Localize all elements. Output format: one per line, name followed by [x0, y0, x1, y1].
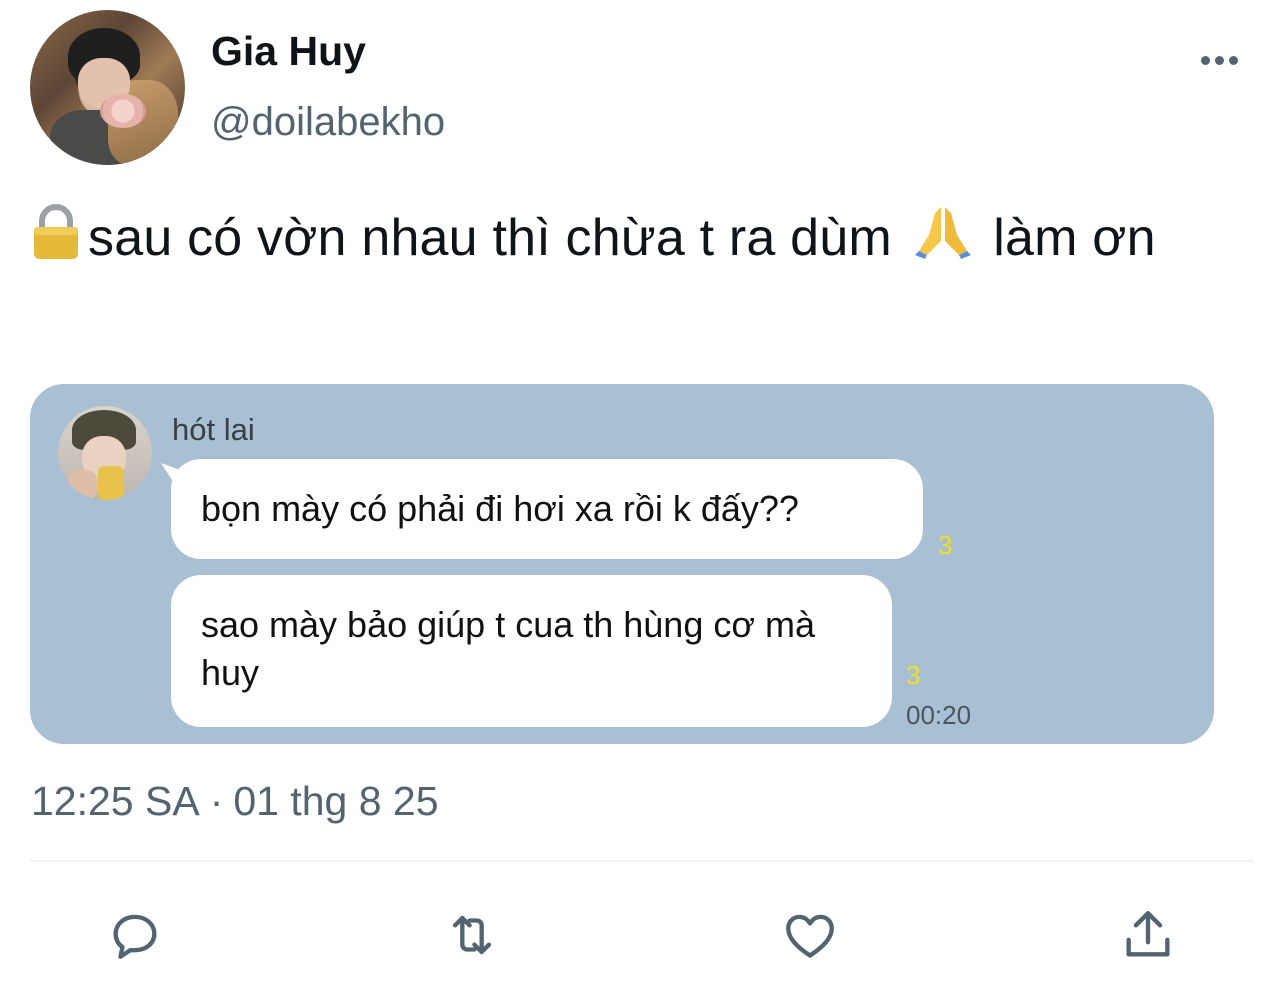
chat-message-time: 00:20 [906, 700, 972, 730]
avatar-rose [100, 94, 146, 128]
timestamp-date: 01 thg 8 25 [233, 778, 439, 824]
chat-avatar-phone [98, 466, 124, 500]
chat-avatar-hand [68, 470, 98, 500]
reply-icon [113, 914, 157, 959]
more-dot [1215, 55, 1224, 65]
timestamp-time: 12:25 SA [31, 778, 200, 824]
tweet-text-part2: làm ơn [993, 209, 1156, 267]
share-button[interactable] [1118, 905, 1178, 965]
author-display-name[interactable]: Gia Huy [211, 28, 366, 75]
retweet-icon [452, 915, 492, 955]
chat-read-count: 3 [938, 530, 953, 560]
chat-sender-name: hót lai [172, 412, 255, 447]
chat-sender-avatar [58, 406, 152, 500]
tweet-media-image[interactable]: hót lai bọn mày có phải đi hơi xa rồi k … [30, 384, 1214, 744]
heart-icon [786, 914, 834, 958]
tweet-timestamp[interactable]: 12:25 SA · 01 thg 8 25 [31, 778, 439, 825]
lock-icon [30, 203, 82, 282]
tweet-text: sau có vờn nhau thì chừa t ra dùm làm ơn [30, 200, 1260, 282]
pray-icon [913, 201, 973, 282]
more-dot [1201, 55, 1210, 65]
like-button[interactable] [780, 905, 840, 965]
tweet-text-part1: sau có vờn nhau thì chừa t ra dùm [88, 209, 892, 267]
retweet-button[interactable] [442, 905, 502, 965]
author-handle[interactable]: @doilabekho [211, 100, 445, 145]
divider [30, 860, 1254, 862]
timestamp-separator: · [209, 778, 224, 824]
more-dot [1229, 55, 1238, 65]
share-icon [1126, 911, 1170, 957]
reply-button[interactable] [105, 905, 165, 965]
more-options-icon[interactable] [1201, 52, 1241, 68]
chat-message-bubble: bọn mày có phải đi hơi xa rồi k đấy?? [171, 459, 923, 559]
author-avatar[interactable] [30, 10, 185, 165]
chat-read-count: 3 [906, 660, 921, 690]
chat-message-bubble: sao mày bảo giúp t cua th hùng cơ mà huy [171, 575, 892, 727]
